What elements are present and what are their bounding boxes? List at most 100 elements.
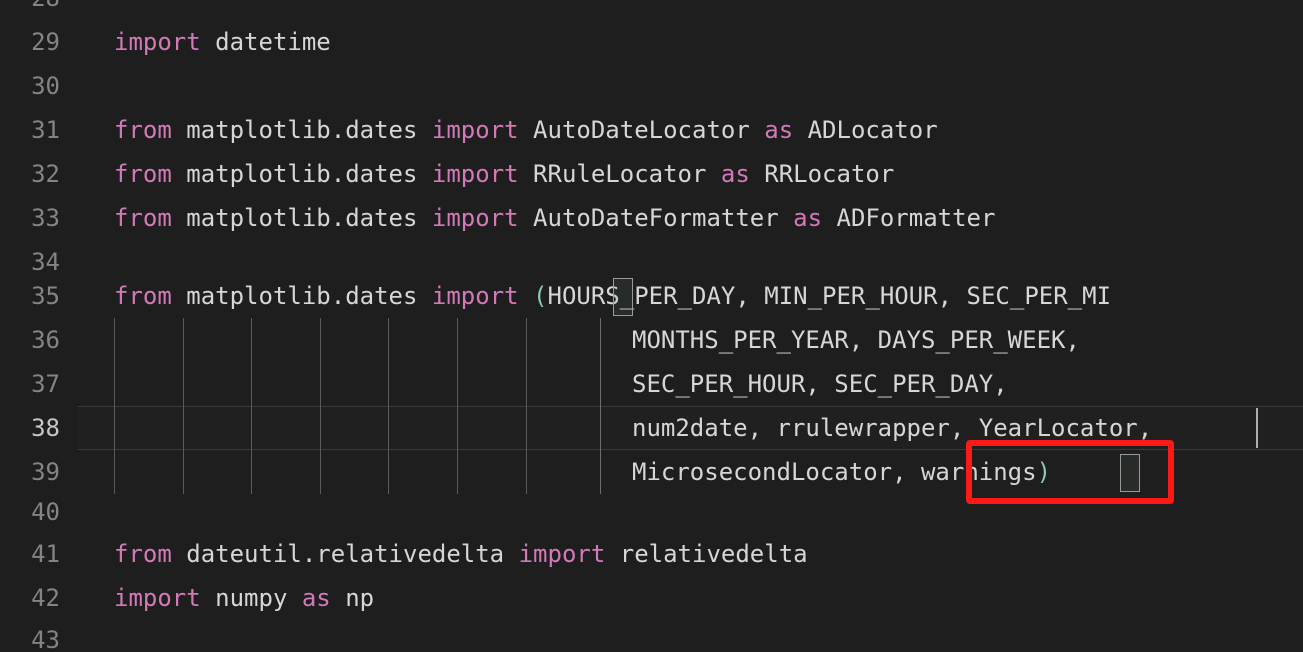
token-keyword: as bbox=[301, 584, 331, 612]
code-line-text: import datetime bbox=[114, 20, 331, 64]
token-alias: ADLocator bbox=[807, 116, 938, 144]
line-number: 39 bbox=[31, 458, 60, 486]
code-line-text: from dateutil.relativedelta import relat… bbox=[114, 532, 808, 576]
token-keyword: import bbox=[431, 160, 519, 188]
line-number: 43 bbox=[31, 626, 60, 652]
token-keyword: from bbox=[114, 160, 172, 188]
code-line-text: from matplotlib.dates import (HOURS_PER_… bbox=[114, 274, 1111, 318]
text-caret bbox=[1256, 408, 1258, 448]
code-line[interactable]: from matplotlib.dates import AutoDateFor… bbox=[0, 196, 1303, 240]
code-content[interactable]: import datetime from matplotlib.dates im… bbox=[0, 0, 1303, 652]
token-keyword: import bbox=[431, 282, 519, 310]
token-import-names: num2date, rrulewrapper, YearLocator, bbox=[632, 414, 1153, 442]
token-alias: RRLocator bbox=[764, 160, 895, 188]
token-import-names: MicrosecondLocator, bbox=[632, 458, 921, 486]
code-line[interactable]: from dateutil.relativedelta import relat… bbox=[0, 532, 1303, 576]
line-number: 41 bbox=[31, 540, 60, 568]
token-import-names: SEC_PER_HOUR, SEC_PER_DAY, bbox=[632, 370, 1008, 398]
line-number: 28 bbox=[0, 0, 60, 20]
code-line[interactable]: MONTHS_PER_YEAR, DAYS_PER_WEEK, bbox=[0, 318, 1303, 362]
code-line[interactable]: SEC_PER_HOUR, SEC_PER_DAY, bbox=[0, 362, 1303, 406]
token-warnings: warnings bbox=[920, 458, 1037, 486]
token-identifier: RRuleLocator bbox=[533, 160, 707, 188]
token-identifier: numpy bbox=[215, 584, 288, 612]
line-number: 29 bbox=[31, 28, 60, 56]
line-number: 33 bbox=[31, 204, 60, 232]
token-alias: np bbox=[345, 584, 375, 612]
token-identifier: datetime bbox=[215, 28, 331, 56]
code-line-text: import numpy as np bbox=[114, 576, 374, 620]
line-number-active: 38 bbox=[31, 414, 60, 442]
line-number: 36 bbox=[31, 326, 60, 354]
token-module: dateutil.relativedelta bbox=[186, 540, 505, 568]
code-line[interactable]: from matplotlib.dates import AutoDateLoc… bbox=[0, 108, 1303, 152]
token-keyword: import bbox=[114, 28, 201, 56]
code-line-active[interactable]: num2date, rrulewrapper, YearLocator, bbox=[0, 406, 1303, 450]
line-number: 31 bbox=[31, 116, 60, 144]
token-keyword: import bbox=[431, 204, 519, 232]
line-number: 40 bbox=[31, 498, 60, 526]
token-keyword: import bbox=[114, 584, 201, 612]
token-module: matplotlib.dates bbox=[186, 204, 418, 232]
code-line[interactable]: import datetime bbox=[0, 20, 1303, 64]
line-number: 42 bbox=[31, 584, 60, 612]
line-number: 37 bbox=[31, 370, 60, 398]
code-line-text: from matplotlib.dates import AutoDateLoc… bbox=[114, 108, 938, 152]
token-keyword: from bbox=[114, 204, 172, 232]
token-identifier: AutoDateLocator bbox=[533, 116, 750, 144]
code-line[interactable]: MicrosecondLocator, warnings) bbox=[0, 450, 1303, 494]
token-module: matplotlib.dates bbox=[186, 282, 418, 310]
token-identifier: relativedelta bbox=[619, 540, 808, 568]
code-line-text: from matplotlib.dates import AutoDateFor… bbox=[114, 196, 995, 240]
token-keyword: from bbox=[114, 116, 172, 144]
code-line-text: SEC_PER_HOUR, SEC_PER_DAY, bbox=[632, 362, 1008, 406]
token-module: matplotlib.dates bbox=[186, 116, 418, 144]
token-keyword: from bbox=[114, 282, 172, 310]
line-number: 32 bbox=[31, 160, 60, 188]
code-line[interactable]: import numpy as np bbox=[0, 576, 1303, 620]
line-number: 30 bbox=[31, 72, 60, 100]
token-keyword: as bbox=[764, 116, 794, 144]
token-keyword: from bbox=[114, 540, 172, 568]
token-keyword: as bbox=[720, 160, 750, 188]
code-editor[interactable]: 28 29 30 31 32 33 34 35 36 37 38 39 40 4… bbox=[0, 0, 1303, 652]
code-line[interactable]: from matplotlib.dates import (HOURS_PER_… bbox=[0, 274, 1303, 318]
token-identifier: AutoDateFormatter bbox=[533, 204, 779, 232]
token-keyword: import bbox=[518, 540, 606, 568]
code-line-text: MONTHS_PER_YEAR, DAYS_PER_WEEK, bbox=[632, 318, 1080, 362]
code-line[interactable]: from matplotlib.dates import RRuleLocato… bbox=[0, 152, 1303, 196]
code-line-text: num2date, rrulewrapper, YearLocator, bbox=[632, 406, 1152, 450]
token-close-paren: ) bbox=[1036, 458, 1052, 486]
line-number: 35 bbox=[31, 282, 60, 310]
line-number-gutter: 28 29 30 31 32 33 34 35 36 37 38 39 40 4… bbox=[0, 0, 78, 652]
code-line-text: from matplotlib.dates import RRuleLocato… bbox=[114, 152, 894, 196]
token-keyword: as bbox=[793, 204, 823, 232]
token-alias: ADFormatter bbox=[836, 204, 996, 232]
token-keyword: import bbox=[431, 116, 519, 144]
token-open-paren: ( bbox=[533, 282, 548, 310]
token-import-names: HOURS_PER_DAY, MIN_PER_HOUR, SEC_PER_MI bbox=[547, 282, 1112, 310]
